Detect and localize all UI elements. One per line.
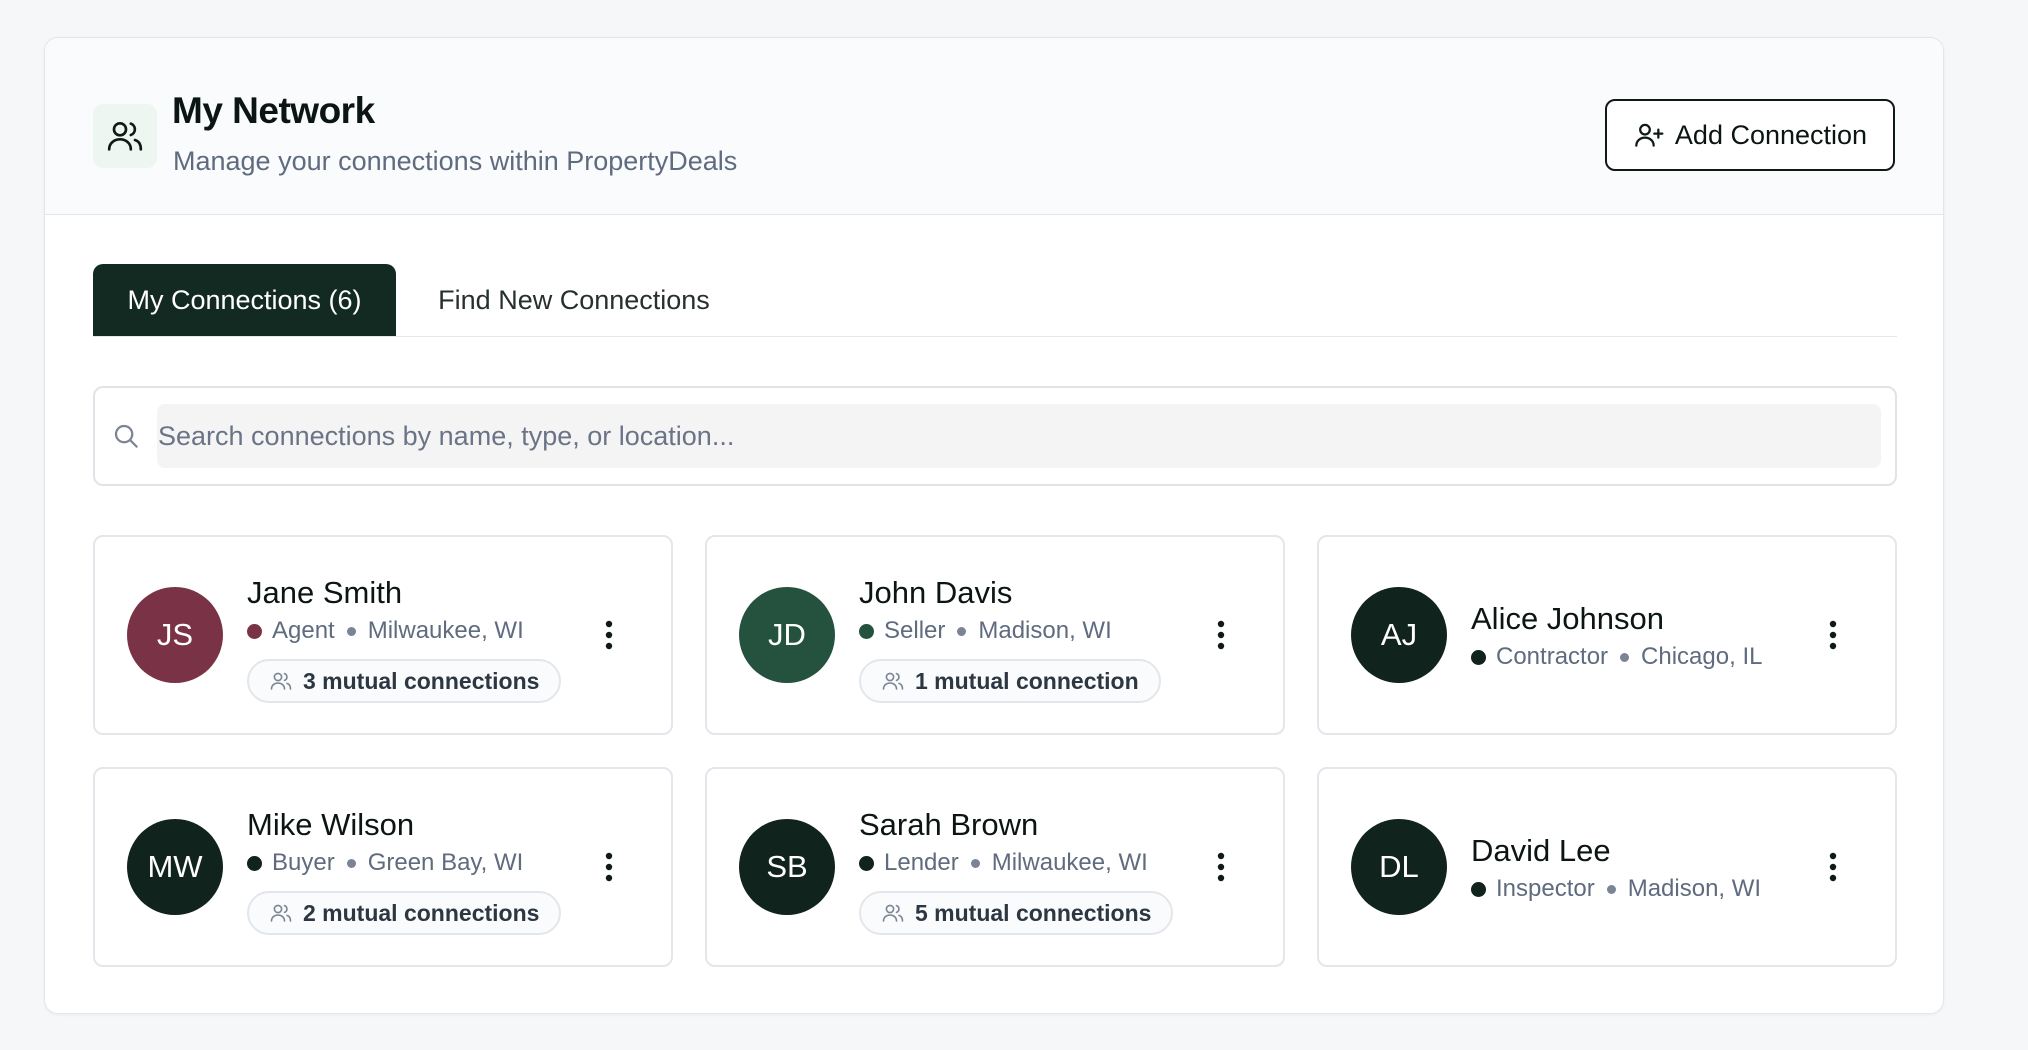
separator-dot [1606, 884, 1616, 894]
connection-name: Sarah Brown [859, 807, 1039, 842]
connection-name: David Lee [1471, 833, 1611, 868]
connection-location: Milwaukee, WI [991, 849, 1148, 876]
connection-type: Lender [884, 849, 959, 876]
add-connection-label: Add Connection [1674, 119, 1868, 150]
type-dot [247, 855, 262, 871]
mutual-connections-text: 3 mutual connections [303, 667, 540, 694]
connection-meta: Lender Milwaukee, WI [859, 849, 1148, 877]
connection-meta: Agent Milwaukee, WI [247, 617, 524, 645]
tab-find-new-connections[interactable]: Find New Connections [396, 264, 752, 336]
user-plus-icon [1635, 123, 1664, 147]
connection-location: Madison, WI [978, 617, 1112, 644]
type-dot [247, 623, 262, 639]
mutual-connections-text: 5 mutual connections [915, 899, 1152, 926]
connection-name: Mike Wilson [247, 807, 415, 842]
connection-name: Alice Johnson [1471, 601, 1665, 636]
connection-card[interactable]: AJ Alice Johnson Contractor Chicago, IL [1317, 535, 1897, 735]
avatar: JS [127, 587, 223, 683]
panel-header: My Network Manage your connections withi… [45, 38, 1943, 215]
separator-dot [346, 626, 356, 636]
connection-meta: Seller Madison, WI [859, 617, 1112, 645]
more-options-icon[interactable] [597, 847, 621, 887]
connection-card[interactable]: JS Jane Smith Agent Milwaukee, WI 3 mutual c… [93, 535, 673, 735]
connection-location: Madison, WI [1627, 875, 1762, 902]
avatar: AJ [1351, 587, 1447, 683]
mutual-connections-text: 2 mutual connections [303, 899, 540, 926]
connection-type: Seller [884, 617, 946, 644]
users-icon [93, 104, 157, 168]
tab-bar: My Connections (6) Find New Connections [93, 264, 1897, 337]
mutual-connections-badge: 1 mutual connection [859, 659, 1161, 703]
avatar: MW [127, 819, 223, 915]
mutual-connections-badge: 5 mutual connections [859, 891, 1174, 935]
mutual-connections-badge: 3 mutual connections [247, 659, 562, 703]
mutual-connections-badge: 2 mutual connections [247, 891, 562, 935]
mutual-users-icon [269, 669, 293, 693]
page-subtitle: Manage your connections within PropertyD… [173, 146, 738, 176]
more-options-icon[interactable] [1821, 615, 1845, 655]
connection-location: Chicago, IL [1641, 643, 1763, 670]
avatar: SB [739, 819, 835, 915]
separator-dot [346, 858, 356, 868]
connection-type: Contractor [1496, 643, 1609, 670]
more-options-icon[interactable] [1209, 847, 1233, 887]
add-connection-button[interactable]: Add Connection [1605, 99, 1895, 171]
type-dot [859, 855, 874, 871]
type-dot [859, 623, 874, 639]
mutual-connections-text: 1 mutual connection [915, 667, 1139, 694]
mutual-users-icon [881, 669, 905, 693]
separator-dot [1620, 652, 1630, 662]
more-options-icon[interactable] [1821, 847, 1845, 887]
search-icon [114, 424, 138, 448]
network-panel: My Network Manage your connections withi… [44, 37, 1944, 1014]
mutual-users-icon [881, 901, 905, 925]
connection-card[interactable]: DL David Lee Inspector Madison, WI [1317, 767, 1897, 967]
search-input[interactable] [157, 404, 1881, 468]
type-dot [1471, 881, 1486, 897]
more-options-icon[interactable] [1209, 615, 1233, 655]
separator-dot [957, 626, 967, 636]
connection-location: Milwaukee, WI [367, 617, 524, 644]
connection-card[interactable]: JD John Davis Seller Madison, WI 1 mutual co… [705, 535, 1285, 735]
connection-name: John Davis [859, 575, 1013, 610]
connection-meta: Buyer Green Bay, WI [247, 849, 523, 877]
type-dot [1471, 649, 1486, 665]
avatar: DL [1351, 819, 1447, 915]
avatar: JD [739, 587, 835, 683]
connection-type: Agent [272, 617, 335, 644]
search-box [93, 386, 1897, 486]
connection-card[interactable]: SB Sarah Brown Lender Milwaukee, WI 5 mutual… [705, 767, 1285, 967]
more-options-icon[interactable] [597, 615, 621, 655]
connection-card[interactable]: MW Mike Wilson Buyer Green Bay, WI 2 mutual … [93, 767, 673, 967]
mutual-users-icon [269, 901, 293, 925]
tab-my-connections[interactable]: My Connections (6) [93, 264, 396, 336]
connection-meta: Inspector Madison, WI [1471, 875, 1761, 903]
connection-name: Jane Smith [247, 575, 403, 610]
connection-meta: Contractor Chicago, IL [1471, 643, 1762, 671]
connection-type: Inspector [1496, 875, 1595, 902]
page-title: My Network [172, 90, 375, 131]
connection-type: Buyer [272, 849, 335, 876]
connection-location: Green Bay, WI [367, 849, 524, 876]
separator-dot [970, 858, 980, 868]
